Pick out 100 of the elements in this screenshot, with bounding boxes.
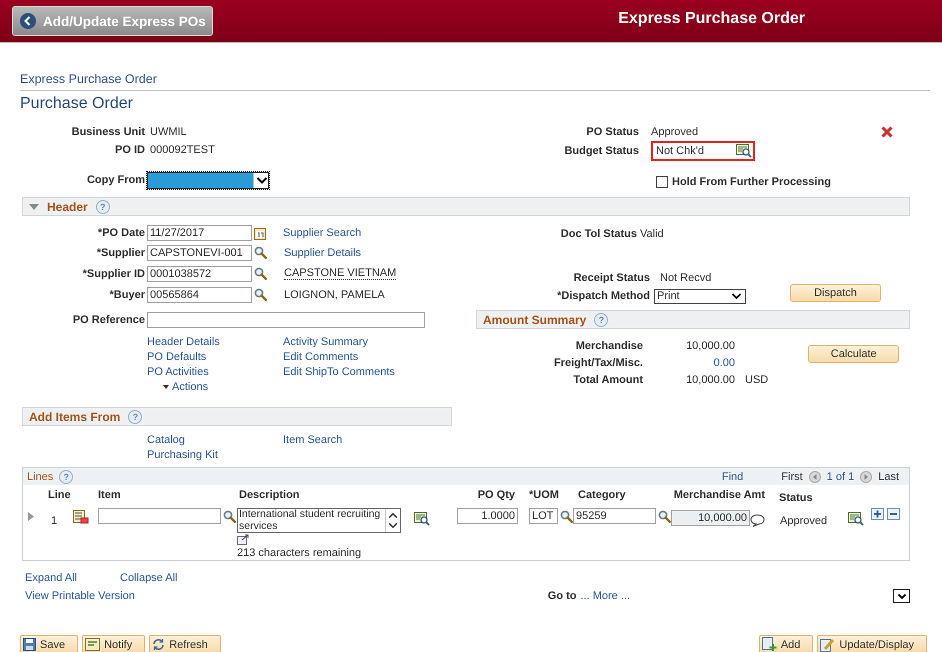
expand-icon[interactable] <box>27 512 35 521</box>
amount-value: 10,000.00 <box>685 340 735 352</box>
column-header: Category <box>577 488 627 501</box>
add-button[interactable]: Add <box>758 635 814 652</box>
schedule-icon[interactable] <box>73 510 89 524</box>
first-label: First <box>781 470 803 482</box>
currency-code: USD <box>745 374 768 386</box>
detail-search-icon[interactable] <box>414 512 430 526</box>
notify-icon <box>85 638 100 651</box>
find-link[interactable]: Find <box>722 470 744 482</box>
page-link[interactable]: Activity Summary <box>283 336 419 348</box>
page-link[interactable]: Item Search <box>283 434 419 446</box>
more-link[interactable]: ... More ... <box>580 590 630 602</box>
caret-icon <box>731 292 742 300</box>
input-field[interactable]: 00565864 <box>147 286 252 302</box>
caret-icon <box>896 592 906 600</box>
amount-value: 10,000.00 <box>685 374 735 386</box>
field-label: Doc Tol Status <box>560 228 637 240</box>
delete-row-button[interactable] <box>887 508 900 520</box>
printable-version-link[interactable]: View Printable Version <box>25 590 135 602</box>
page-heading: Express Purchase Order <box>618 10 805 28</box>
notify-button[interactable]: Notify <box>82 635 146 652</box>
expand-text-icon[interactable] <box>237 534 249 545</box>
field-label: *PO Date <box>96 227 145 239</box>
delete-icon[interactable] <box>881 126 893 138</box>
amount-label: Total Amount <box>572 374 643 386</box>
page-link[interactable]: Catalog <box>147 434 283 446</box>
refresh-button[interactable]: Refresh <box>149 635 221 652</box>
field-value: UWMIL <box>150 126 187 138</box>
column-header: Item <box>98 488 122 501</box>
add-page-icon <box>762 637 777 652</box>
dispatch-dropdown[interactable]: Print <box>654 288 746 304</box>
field-label: Business Unit <box>70 126 145 138</box>
add-row-button[interactable] <box>871 508 884 520</box>
field-label: Budget Status <box>563 145 639 157</box>
search-icon[interactable] <box>560 510 573 522</box>
page-link[interactable]: PO Defaults <box>147 351 283 363</box>
calculate-button[interactable]: Calculate <box>808 345 900 363</box>
field-label: Receipt Status <box>572 272 650 284</box>
item-field[interactable] <box>98 508 221 524</box>
input-field[interactable]: 0001038572 <box>147 266 252 282</box>
field-label: *Supplier ID <box>82 268 145 280</box>
expand-all-link[interactable]: Expand All <box>25 572 120 584</box>
actions-link[interactable]: Actions <box>172 381 208 393</box>
field-label: PO ID <box>114 144 145 156</box>
input-field[interactable]: 11/27/2017 <box>147 225 252 241</box>
amount-link[interactable]: 0.00 <box>643 356 735 368</box>
column-header: PO Qty <box>476 488 516 501</box>
page-link[interactable]: Edit Comments <box>283 351 419 363</box>
copy-from-dropdown[interactable] <box>147 172 269 188</box>
field-value: Not Recvd <box>660 272 712 284</box>
category-field[interactable]: 95259 <box>573 508 656 524</box>
document-search-icon[interactable] <box>736 144 752 158</box>
search-icon[interactable] <box>254 288 267 301</box>
goto-dropdown[interactable] <box>893 589 910 603</box>
page-link[interactable]: Purchasing Kit <box>147 449 283 461</box>
section-header: Add Items From ? <box>22 407 452 426</box>
collapse-all-link[interactable]: Collapse All <box>120 572 178 584</box>
page-link[interactable]: PO Activities <box>147 366 283 378</box>
search-icon[interactable] <box>658 510 671 522</box>
search-icon[interactable] <box>254 246 267 259</box>
column-header: Line <box>47 488 72 501</box>
page-link[interactable]: Edit ShipTo Comments <box>283 366 419 378</box>
checkbox[interactable] <box>656 176 668 188</box>
breadcrumb: Express Purchase Order <box>20 72 930 91</box>
pencil-icon <box>820 637 836 652</box>
status-search-icon[interactable] <box>848 512 864 526</box>
description-field[interactable]: International student recruiting services <box>237 508 401 533</box>
amount-label: Merchandise <box>574 340 643 352</box>
quantity-field[interactable]: 1.0000 <box>457 508 518 524</box>
checkbox-label: Hold From Further Processing <box>672 176 831 188</box>
last-label: Last <box>878 470 899 482</box>
field-label: PO Status <box>585 126 639 138</box>
update-button[interactable]: Update/Display <box>817 635 927 652</box>
dispatch-button[interactable]: Dispatch <box>790 284 881 302</box>
calendar-icon[interactable] <box>254 226 266 240</box>
caret-icon <box>256 176 268 184</box>
search-icon[interactable] <box>254 267 267 280</box>
buyer-name: LOIGNON, PAMELA <box>284 288 385 300</box>
next-icon[interactable] <box>860 470 872 482</box>
page-count: 1 of 1 <box>826 470 854 482</box>
input-field[interactable] <box>147 312 425 328</box>
scroll-arrows-icon[interactable] <box>385 509 400 532</box>
plus-icon <box>872 509 883 519</box>
field-value: Not Chk'd <box>656 145 704 157</box>
search-icon[interactable] <box>223 510 236 522</box>
supplier-name: CAPSTONE VIETNAM <box>284 267 396 280</box>
previous-icon[interactable] <box>808 470 821 482</box>
save-button[interactable]: Save <box>20 635 78 652</box>
uom-field[interactable]: LOT <box>529 508 558 524</box>
collapse-icon <box>29 204 39 210</box>
supplier-link[interactable]: Supplier Details <box>284 246 362 258</box>
field-value: 000092TEST <box>150 144 215 156</box>
supplier-link[interactable]: Supplier Search <box>283 227 362 239</box>
page-link[interactable]: Header Details <box>147 336 283 348</box>
section-header[interactable]: Header ? <box>22 197 910 216</box>
floppy-icon <box>23 638 36 651</box>
amount-label: Freight/Tax/Misc. <box>552 356 643 368</box>
comment-icon[interactable] <box>750 514 765 527</box>
input-field[interactable]: CAPSTONEVI-001 <box>147 244 252 260</box>
